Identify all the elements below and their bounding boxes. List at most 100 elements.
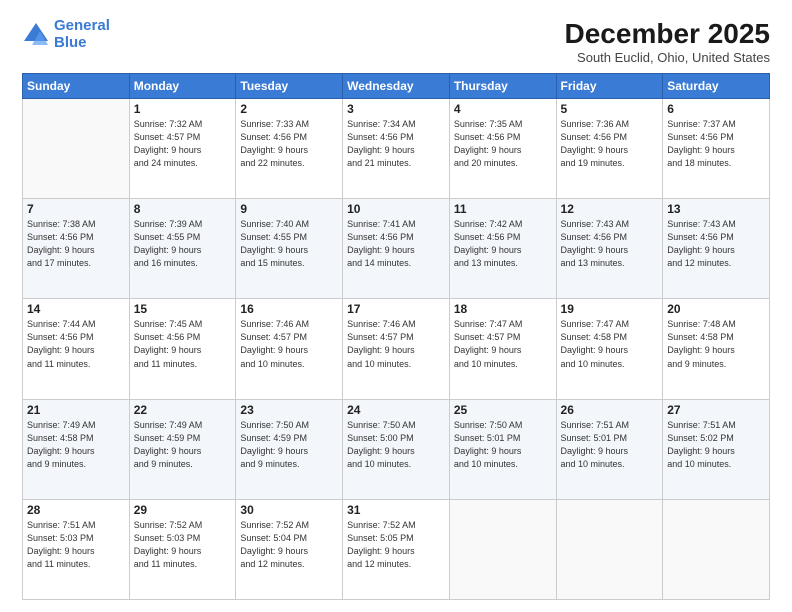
day-number: 26 [561, 403, 659, 417]
day-number: 7 [27, 202, 125, 216]
table-row: 25Sunrise: 7:50 AM Sunset: 5:01 PM Dayli… [449, 399, 556, 499]
header-tuesday: Tuesday [236, 74, 343, 99]
logo-icon [22, 21, 50, 49]
day-details: Sunrise: 7:35 AM Sunset: 4:56 PM Dayligh… [454, 118, 552, 170]
calendar-header-row: Sunday Monday Tuesday Wednesday Thursday… [23, 74, 770, 99]
day-details: Sunrise: 7:47 AM Sunset: 4:57 PM Dayligh… [454, 318, 552, 370]
day-details: Sunrise: 7:43 AM Sunset: 4:56 PM Dayligh… [561, 218, 659, 270]
day-details: Sunrise: 7:37 AM Sunset: 4:56 PM Dayligh… [667, 118, 765, 170]
main-title: December 2025 [565, 18, 770, 50]
day-number: 19 [561, 302, 659, 316]
day-number: 2 [240, 102, 338, 116]
table-row: 28 Sunrise: 7:51 AM Sunset: 5:03 PM Dayli… [23, 499, 130, 599]
calendar-week-row: 28 Sunrise: 7:51 AM Sunset: 5:03 PM Dayli… [23, 499, 770, 599]
day-number: 17 [347, 302, 445, 316]
title-block: December 2025 South Euclid, Ohio, United… [565, 18, 770, 65]
table-row: 8 Sunrise: 7:39 AM Sunset: 4:55 PM Daylig… [129, 199, 236, 299]
header-monday: Monday [129, 74, 236, 99]
day-number: 30 [240, 503, 338, 517]
table-row: 24 Sunrise: 7:50 AM Sunset: 5:00 PM Dayli… [343, 399, 450, 499]
day-number: 16 [240, 302, 338, 316]
day-number: 24 [347, 403, 445, 417]
day-number: 3 [347, 102, 445, 116]
table-row: 19 Sunrise: 7:47 AM Sunset: 4:58 PM Dayli… [556, 299, 663, 399]
page: General Blue December 2025 South Euclid,… [0, 0, 792, 612]
day-details: Sunrise: 7:49 AM Sunset: 4:59 PM Dayligh… [134, 419, 232, 471]
day-number: 18 [454, 302, 552, 316]
calendar-week-row: 14Sunrise: 7:44 AM Sunset: 4:56 PM Dayli… [23, 299, 770, 399]
table-row: 14Sunrise: 7:44 AM Sunset: 4:56 PM Dayli… [23, 299, 130, 399]
day-details: Sunrise: 7:43 AM Sunset: 4:56 PM Dayligh… [667, 218, 765, 270]
day-number: 23 [240, 403, 338, 417]
day-details: Sunrise: 7:52 AM Sunset: 5:04 PM Dayligh… [240, 519, 338, 571]
table-row: 1Sunrise: 7:32 AM Sunset: 4:57 PM Daylig… [129, 99, 236, 199]
table-row: 5 Sunrise: 7:36 AM Sunset: 4:56 PM Daylig… [556, 99, 663, 199]
table-row: 15 Sunrise: 7:45 AM Sunset: 4:56 PM Dayli… [129, 299, 236, 399]
header-friday: Friday [556, 74, 663, 99]
table-row [23, 99, 130, 199]
day-number: 11 [454, 202, 552, 216]
day-number: 9 [240, 202, 338, 216]
table-row: 9 Sunrise: 7:40 AM Sunset: 4:55 PM Daylig… [236, 199, 343, 299]
day-number: 1 [134, 102, 232, 116]
day-number: 8 [134, 202, 232, 216]
day-number: 12 [561, 202, 659, 216]
table-row: 27 Sunrise: 7:51 AM Sunset: 5:02 PM Dayli… [663, 399, 770, 499]
day-details: Sunrise: 7:47 AM Sunset: 4:58 PM Dayligh… [561, 318, 659, 370]
day-number: 5 [561, 102, 659, 116]
day-details: Sunrise: 7:34 AM Sunset: 4:56 PM Dayligh… [347, 118, 445, 170]
day-details: Sunrise: 7:50 AM Sunset: 5:01 PM Dayligh… [454, 419, 552, 471]
day-details: Sunrise: 7:44 AM Sunset: 4:56 PM Dayligh… [27, 318, 125, 370]
day-number: 20 [667, 302, 765, 316]
table-row: 12 Sunrise: 7:43 AM Sunset: 4:56 PM Dayli… [556, 199, 663, 299]
day-number: 15 [134, 302, 232, 316]
table-row: 22 Sunrise: 7:49 AM Sunset: 4:59 PM Dayli… [129, 399, 236, 499]
table-row: 23 Sunrise: 7:50 AM Sunset: 4:59 PM Dayli… [236, 399, 343, 499]
calendar-week-row: 21Sunrise: 7:49 AM Sunset: 4:58 PM Dayli… [23, 399, 770, 499]
header-thursday: Thursday [449, 74, 556, 99]
calendar-week-row: 1Sunrise: 7:32 AM Sunset: 4:57 PM Daylig… [23, 99, 770, 199]
table-row: 17 Sunrise: 7:46 AM Sunset: 4:57 PM Dayli… [343, 299, 450, 399]
day-number: 6 [667, 102, 765, 116]
table-row: 6 Sunrise: 7:37 AM Sunset: 4:56 PM Daylig… [663, 99, 770, 199]
day-details: Sunrise: 7:40 AM Sunset: 4:55 PM Dayligh… [240, 218, 338, 270]
day-details: Sunrise: 7:51 AM Sunset: 5:03 PM Dayligh… [27, 519, 125, 571]
day-details: Sunrise: 7:46 AM Sunset: 4:57 PM Dayligh… [347, 318, 445, 370]
day-number: 4 [454, 102, 552, 116]
table-row: 13 Sunrise: 7:43 AM Sunset: 4:56 PM Dayli… [663, 199, 770, 299]
table-row: 3 Sunrise: 7:34 AM Sunset: 4:56 PM Daylig… [343, 99, 450, 199]
day-details: Sunrise: 7:36 AM Sunset: 4:56 PM Dayligh… [561, 118, 659, 170]
table-row [663, 499, 770, 599]
day-number: 13 [667, 202, 765, 216]
day-details: Sunrise: 7:51 AM Sunset: 5:01 PM Dayligh… [561, 419, 659, 471]
table-row: 4 Sunrise: 7:35 AM Sunset: 4:56 PM Daylig… [449, 99, 556, 199]
day-number: 10 [347, 202, 445, 216]
header: General Blue December 2025 South Euclid,… [22, 18, 770, 65]
table-row: 29Sunrise: 7:52 AM Sunset: 5:03 PM Dayli… [129, 499, 236, 599]
calendar-week-row: 7Sunrise: 7:38 AM Sunset: 4:56 PM Daylig… [23, 199, 770, 299]
table-row: 10Sunrise: 7:41 AM Sunset: 4:56 PM Dayli… [343, 199, 450, 299]
day-details: Sunrise: 7:52 AM Sunset: 5:03 PM Dayligh… [134, 519, 232, 571]
day-details: Sunrise: 7:39 AM Sunset: 4:55 PM Dayligh… [134, 218, 232, 270]
day-details: Sunrise: 7:45 AM Sunset: 4:56 PM Dayligh… [134, 318, 232, 370]
day-number: 28 [27, 503, 125, 517]
header-wednesday: Wednesday [343, 74, 450, 99]
table-row: 30 Sunrise: 7:52 AM Sunset: 5:04 PM Dayli… [236, 499, 343, 599]
day-details: Sunrise: 7:52 AM Sunset: 5:05 PM Dayligh… [347, 519, 445, 571]
table-row: 7Sunrise: 7:38 AM Sunset: 4:56 PM Daylig… [23, 199, 130, 299]
day-details: Sunrise: 7:50 AM Sunset: 5:00 PM Dayligh… [347, 419, 445, 471]
table-row: 11 Sunrise: 7:42 AM Sunset: 4:56 PM Dayli… [449, 199, 556, 299]
day-details: Sunrise: 7:42 AM Sunset: 4:56 PM Dayligh… [454, 218, 552, 270]
day-details: Sunrise: 7:49 AM Sunset: 4:58 PM Dayligh… [27, 419, 125, 471]
header-saturday: Saturday [663, 74, 770, 99]
day-details: Sunrise: 7:51 AM Sunset: 5:02 PM Dayligh… [667, 419, 765, 471]
day-number: 22 [134, 403, 232, 417]
table-row: 21Sunrise: 7:49 AM Sunset: 4:58 PM Dayli… [23, 399, 130, 499]
logo: General Blue [22, 18, 110, 51]
table-row: 18 Sunrise: 7:47 AM Sunset: 4:57 PM Dayli… [449, 299, 556, 399]
day-details: Sunrise: 7:50 AM Sunset: 4:59 PM Dayligh… [240, 419, 338, 471]
table-row: 31Sunrise: 7:52 AM Sunset: 5:05 PM Dayli… [343, 499, 450, 599]
day-details: Sunrise: 7:46 AM Sunset: 4:57 PM Dayligh… [240, 318, 338, 370]
table-row: 26 Sunrise: 7:51 AM Sunset: 5:01 PM Dayli… [556, 399, 663, 499]
day-number: 27 [667, 403, 765, 417]
